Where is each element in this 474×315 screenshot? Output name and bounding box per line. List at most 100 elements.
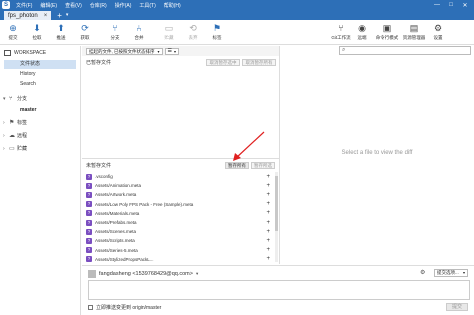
sidebar-item-search[interactable]: Search (4, 80, 76, 89)
sidebar-section-tags[interactable]: › ⚑ 标签 (3, 119, 79, 128)
sidebar: WORKSPACE 文件状态 History Search ▾ ⑂ 分支 mas… (0, 46, 81, 315)
toolbar-label: 丢弃 (188, 35, 198, 40)
toolbar-label: 获取 (80, 35, 90, 40)
untracked-file-icon: ? (86, 228, 92, 235)
scrollbar-thumb[interactable] (275, 176, 278, 231)
toolbar-label: 命令行模式 (375, 35, 399, 40)
settings-icon: ⚙ (433, 23, 443, 33)
stage-file-icon[interactable]: + (266, 247, 270, 253)
stage-file-icon[interactable]: + (266, 210, 270, 216)
list-item[interactable]: ? Assets/Series-5.meta + (86, 246, 274, 255)
branch-button[interactable]: ⑂ 分支 (104, 23, 126, 43)
menu-edit[interactable]: 编辑(E) (40, 2, 57, 9)
stage-file-icon[interactable]: + (266, 256, 270, 262)
commit-author: fangdasheng <1539768429@qq.com> (99, 271, 193, 277)
merge-icon: ⑃ (136, 23, 142, 33)
avatar (88, 270, 96, 278)
workspace-icon (4, 50, 11, 56)
file-name: Assets/Scripts.meta (95, 238, 135, 244)
tab-bar: fps_photon × + ▾ (0, 10, 474, 20)
list-item[interactable]: ? Assets/Low Poly FPS Pack - Free (Sample… (86, 200, 274, 209)
commit-author-select[interactable]: fangdasheng <1539768429@qq.com> ▾ (88, 270, 198, 278)
list-item[interactable]: ? Assets/StylizedPropsPackL... + (86, 255, 274, 264)
toolbar-label: 资源管理器 (402, 35, 426, 40)
fetch-button[interactable]: ⟳ 获取 (74, 23, 96, 43)
push-immediately-row[interactable]: 立即推送变更到 origin/master (88, 304, 161, 311)
sidebar-section-remotes[interactable]: › ☁ 远程 (3, 132, 79, 141)
filter-bar: 挂起的文件, 已按照文件状态排序 ▾ ☰ ▾ (82, 46, 279, 56)
commit-options-select[interactable]: 提交选项... ▾ (434, 269, 468, 277)
stage-file-icon[interactable]: + (266, 220, 270, 226)
sidebar-item-file-status[interactable]: 文件状态 (4, 60, 76, 69)
settings-button[interactable]: ⚙ 设置 (428, 23, 448, 43)
list-item[interactable]: ? Assets/Materials.meta + (86, 209, 274, 218)
push-button[interactable]: ⬆ 推送 (50, 23, 72, 43)
sidebar-section-branches[interactable]: ▾ ⑂ 分支 (3, 95, 79, 104)
merge-button[interactable]: ⑃ 合并 (128, 23, 150, 43)
menu-repository[interactable]: 仓库(R) (90, 2, 107, 9)
menu-view[interactable]: 查看(V) (65, 2, 82, 9)
list-item[interactable]: ? Assets/Scripts.meta + (86, 236, 274, 245)
pull-button[interactable]: ⬇ 拉取 (26, 23, 48, 43)
commit-button[interactable]: ⊕ 提交 (2, 23, 24, 43)
sidebar-item-master[interactable]: master (4, 106, 76, 115)
section-label: 标签 (17, 120, 28, 126)
unstage-selected-button[interactable]: 取消暂存选中 (206, 59, 240, 66)
file-filter-select[interactable]: 挂起的文件, 已按照文件状态排序 ▾ (86, 47, 163, 55)
menu-help[interactable]: 帮助(H) (164, 2, 181, 9)
stage-file-icon[interactable]: + (266, 201, 270, 207)
tab-menu-icon[interactable]: ▾ (66, 11, 69, 20)
sourcetree-logo-icon: S (2, 1, 10, 9)
sidebar-section-stashes[interactable]: › ▭ 贮藏 (3, 145, 79, 154)
commit-panel: fangdasheng <1539768429@qq.com> ▾ ⚙ 提交选项… (82, 265, 474, 315)
stash-icon: ▭ (9, 146, 15, 152)
close-icon[interactable]: ✕ (458, 2, 472, 9)
list-item[interactable]: ? Assets/Scenes.meta + (86, 227, 274, 236)
file-name: Assets/Materials.meta (95, 210, 140, 216)
list-item[interactable]: ? .vsconfig + (86, 172, 274, 181)
git-flow-button[interactable]: ⑂ Git工作流 (330, 23, 352, 43)
stage-file-icon[interactable]: + (266, 229, 270, 235)
gear-icon[interactable]: ⚙ (420, 269, 428, 277)
tag-button[interactable]: ⚑ 标签 (206, 23, 228, 43)
file-list-scrollbar[interactable] (275, 172, 278, 262)
menu-file[interactable]: 文件(F) (16, 2, 32, 9)
stage-file-icon[interactable]: + (266, 238, 270, 244)
stage-file-icon[interactable]: + (266, 192, 270, 198)
minimize-icon[interactable]: — (430, 2, 444, 8)
commit-icon: ⊕ (9, 23, 17, 33)
discard-button[interactable]: ⟲ 丢弃 (182, 23, 204, 43)
tab-repo[interactable]: fps_photon × (4, 11, 52, 20)
window-controls: — □ ✕ (430, 0, 472, 10)
list-item[interactable]: ? Assets/Prefabs.meta + (86, 218, 274, 227)
commit-button[interactable]: 提交 (446, 303, 468, 311)
branch-icon: ⑂ (9, 96, 13, 102)
close-tab-icon[interactable]: × (44, 13, 48, 19)
fetch-icon: ⟳ (81, 23, 89, 33)
push-checkbox[interactable] (88, 305, 93, 310)
workspace-header: WORKSPACE (4, 50, 46, 56)
unstage-all-button[interactable]: 取消暂存所有 (242, 59, 276, 66)
discard-icon: ⟲ (189, 23, 197, 33)
toolbar-label: 合并 (134, 35, 144, 40)
push-label: 立即推送变更到 origin/master (96, 305, 162, 311)
menu-actions[interactable]: 操作(A) (115, 2, 132, 9)
list-item[interactable]: ? Assets/Artwork.meta + (86, 190, 274, 199)
search-input[interactable]: ⌕ (339, 46, 471, 55)
menu-tools[interactable]: 工具(T) (139, 2, 155, 9)
toolbar-label: 贮藏 (164, 35, 174, 40)
maximize-icon[interactable]: □ (444, 2, 458, 8)
stage-file-icon[interactable]: + (266, 183, 270, 189)
folder-button[interactable]: ▤ 资源管理器 (400, 23, 428, 43)
list-mode-button[interactable]: ☰ ▾ (164, 47, 180, 55)
terminal-button[interactable]: ▣ 命令行模式 (374, 23, 400, 43)
add-tab-icon[interactable]: + (57, 11, 62, 20)
stage-file-icon[interactable]: + (266, 174, 270, 180)
toolbar: ⊕ 提交 ⬇ 拉取 ⬆ 推送 ⟳ 获取 ⑂ 分支 ⑃ 合并 ▭ 贮藏 ⟲ 丢弃 ⚑ 标签 ⑂ Git工作流 ◉ 远端 ▣ 命令… (0, 20, 474, 45)
commit-message-input[interactable] (88, 280, 470, 300)
sidebar-item-history[interactable]: History (4, 70, 76, 79)
remote-button[interactable]: ◉ 远端 (352, 23, 372, 43)
list-item[interactable]: ? Assets/Animation.meta + (86, 181, 274, 190)
branch-icon: ⑂ (112, 23, 118, 33)
stash-button[interactable]: ▭ 贮藏 (158, 23, 180, 43)
